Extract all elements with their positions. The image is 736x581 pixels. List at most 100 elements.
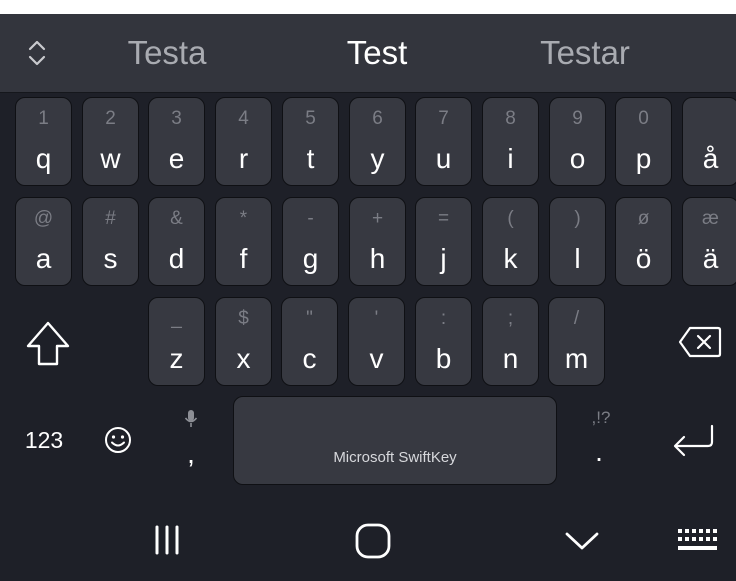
key-alt-label: # (105, 208, 116, 229)
key-alt-label: - (307, 208, 314, 229)
key-main-label: s (103, 243, 118, 274)
key-t[interactable]: 5t (282, 97, 339, 186)
key-f[interactable]: * f (215, 197, 272, 286)
expand-collapse-icon[interactable] (16, 36, 58, 70)
key-main-label: k (503, 243, 518, 274)
key-s[interactable]: # s (82, 197, 139, 286)
key-main-label: u (435, 143, 452, 174)
key-alt-label: 7 (438, 108, 449, 129)
keyboard: Testa Test Testar 1 q 2 w 3 e 4 r 5 t 6 y 7 u 8 i 9 o 0 p å @… (0, 0, 736, 581)
key-alt-label: * (239, 208, 248, 229)
key-main-label: x (236, 343, 251, 374)
key-z[interactable]: _ z (148, 297, 205, 386)
top-divider (0, 0, 736, 14)
key-main-label: a (35, 243, 52, 274)
key-k[interactable]: (k (482, 197, 539, 286)
keyboard-switch-icon[interactable] (674, 524, 720, 558)
key-alt-label: ) (574, 208, 581, 229)
key-alt-label: " (306, 308, 313, 329)
key-main-label: å (702, 143, 719, 174)
recent-apps-icon[interactable] (145, 520, 189, 560)
key-w[interactable]: 2w (82, 97, 139, 186)
key-o[interactable]: 9o (549, 97, 606, 186)
key-alt-label: 1 (38, 108, 49, 129)
key-alt-label: 6 (372, 108, 383, 129)
key-q[interactable]: 1q (15, 97, 72, 186)
key-main-label: j (440, 243, 447, 274)
key-main-label: z (169, 343, 184, 374)
key-main-label: e (168, 143, 185, 174)
key-main-label: f (239, 243, 248, 274)
key-r[interactable]: 4r (215, 97, 272, 186)
key-x[interactable]: $ x (215, 297, 272, 386)
key-b[interactable]: :b (415, 297, 472, 386)
key-main-label: b (435, 343, 452, 374)
key-alt-label: @ (33, 208, 54, 229)
key-main-label: g (302, 243, 319, 274)
key-main-label: ö (635, 243, 652, 274)
key-alt-label: + (371, 208, 384, 229)
key-å[interactable]: å (682, 97, 736, 186)
key-alt-label: ( (507, 208, 514, 229)
key-alt-label: & (170, 208, 183, 229)
key-m[interactable]: / m (548, 297, 605, 386)
key-g[interactable]: -g (282, 197, 339, 286)
shift-icon[interactable] (22, 316, 74, 372)
key-c[interactable]: " c (281, 297, 338, 386)
key-a[interactable]: @ a (15, 197, 72, 286)
key-main-label: q (35, 143, 52, 174)
period-key[interactable]: . (584, 436, 614, 468)
space-bar-label: Microsoft SwiftKey (333, 449, 457, 466)
key-alt-label: _ (171, 308, 182, 329)
backspace-icon[interactable] (676, 322, 724, 362)
key-alt-label: 5 (305, 108, 316, 129)
key-main-label: w (100, 143, 121, 174)
suggestion-bar: Testa Test Testar (0, 14, 736, 93)
home-icon[interactable] (350, 520, 396, 562)
key-main-label: ä (702, 243, 719, 274)
key-main-label: l (574, 243, 581, 274)
key-alt-label: 4 (238, 108, 249, 129)
punctuation-alt-label: ,!? (591, 408, 611, 427)
key-n[interactable]: ; n (482, 297, 539, 386)
numbers-button[interactable]: 123 (18, 420, 70, 460)
key-d[interactable]: & d (148, 197, 205, 286)
hide-keyboard-icon[interactable] (560, 524, 604, 558)
key-main-label: r (238, 143, 249, 174)
suggestion-right[interactable]: Testar (485, 30, 685, 76)
key-main-label: p (635, 143, 652, 174)
key-main-label: t (306, 143, 315, 174)
suggestion-left[interactable]: Testa (67, 30, 267, 76)
emoji-icon[interactable] (100, 422, 136, 458)
key-alt-label: 8 (505, 108, 516, 129)
key-h[interactable]: + h (349, 197, 406, 286)
comma-key[interactable]: , (176, 438, 206, 470)
key-alt-label: : (440, 308, 447, 329)
key-alt-label: 3 (171, 108, 182, 129)
key-i[interactable]: 8i (482, 97, 539, 186)
key-main-label: m (564, 343, 589, 374)
key-ä[interactable]: æä (682, 197, 736, 286)
key-main-label: d (168, 243, 185, 274)
key-main-label: y (370, 143, 385, 174)
key-e[interactable]: 3e (148, 97, 205, 186)
key-main-label: v (369, 343, 384, 374)
key-main-label: n (502, 343, 519, 374)
key-v[interactable]: ' v (348, 297, 405, 386)
space-bar[interactable]: Microsoft SwiftKey (233, 396, 557, 485)
key-j[interactable]: = j (415, 197, 472, 286)
key-l[interactable]: ) l (549, 197, 606, 286)
key-u[interactable]: 7u (415, 97, 472, 186)
microphone-icon[interactable] (176, 406, 206, 432)
key-main-label: i (507, 143, 514, 174)
suggestion-center[interactable]: Test (277, 30, 477, 76)
key-alt-label: = (437, 208, 450, 229)
key-p[interactable]: 0p (615, 97, 672, 186)
key-alt-label: 9 (572, 108, 583, 129)
key-y[interactable]: 6y (349, 97, 406, 186)
key-ö[interactable]: øö (615, 197, 672, 286)
enter-icon[interactable] (668, 418, 720, 462)
key-main-label: h (369, 243, 386, 274)
navigation-bar (0, 496, 736, 581)
key-alt-label: ' (374, 308, 379, 329)
